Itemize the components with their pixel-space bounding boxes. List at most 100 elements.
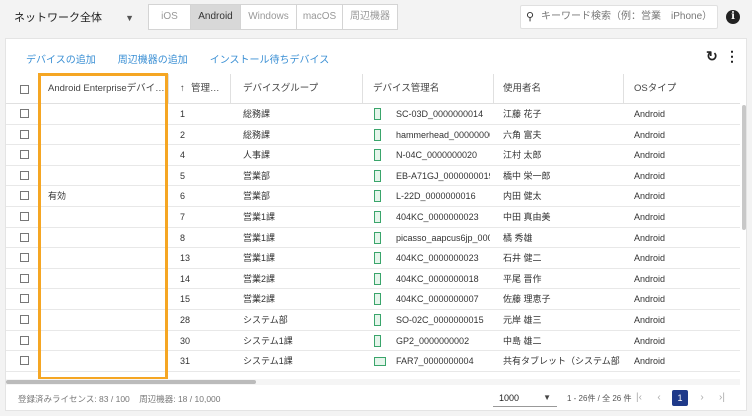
cell-os-type: Android (634, 109, 666, 119)
first-page-icon[interactable]: |‹ (631, 390, 647, 406)
cell-android-enterprise (48, 125, 164, 145)
smartphone-icon (374, 108, 381, 120)
cell-device-group: 営業部 (243, 170, 271, 181)
cell-android-enterprise (48, 310, 164, 330)
page-button-current[interactable]: 1 (672, 390, 688, 406)
table-row[interactable]: 5 営業部 EB-A71GJ_0000000019 橋中 栄一郎 Android (6, 166, 740, 187)
scrollbar-thumb[interactable] (6, 380, 256, 384)
table-row[interactable]: 1 総務課 SC-03D_0000000014 江藤 花子 Android (6, 104, 740, 125)
next-page-icon[interactable]: › (694, 390, 710, 406)
cell-os-type: Android (634, 212, 666, 222)
last-page-icon[interactable]: ›| (714, 390, 730, 406)
cell-device-name[interactable]: 404KC_0000000023 (396, 248, 490, 268)
cell-user-name: 石井 健二 (503, 253, 542, 264)
device-list-panel: デバイスの追加 周辺機器の追加 インストール待ちデバイス ↻ ⋮ Android… (5, 38, 747, 411)
tab-macos[interactable]: macOS (297, 5, 343, 29)
add-peripheral-link[interactable]: 周辺機器の追加 (118, 51, 188, 66)
cell-device-name[interactable]: picasso_aapcus6jp_000… (396, 228, 490, 248)
row-checkbox[interactable] (20, 170, 29, 180)
table-row[interactable]: 4 人事課 N-04C_0000000020 江村 太郎 Android (6, 145, 740, 166)
smartphone-icon (374, 149, 381, 162)
column-header-management-no[interactable]: 管理… (191, 74, 229, 104)
cell-device-name[interactable]: 404KC_0000000018 (396, 269, 490, 289)
row-checkbox[interactable] (20, 315, 29, 324)
tab-peripherals[interactable]: 周辺機器 (343, 5, 397, 29)
column-divider (168, 74, 169, 104)
cell-device-name[interactable]: EB-A71GJ_0000000019 (396, 166, 490, 186)
cell-device-group: システム1課 (243, 356, 293, 367)
table-row[interactable]: 30 システム1課 GP2_0000000002 中島 雄二 Android (6, 331, 740, 352)
row-checkbox[interactable] (20, 129, 29, 139)
cell-device-name[interactable]: L-22D_0000000016 (396, 186, 490, 206)
prev-page-icon[interactable]: ‹ (651, 390, 667, 406)
column-header-user-name[interactable]: 使用者名 (503, 74, 613, 104)
rows-per-page-select[interactable]: 1000 ▼ (493, 389, 557, 407)
peripheral-count: 周辺機器: 18 / 10,000 (139, 394, 221, 404)
row-checkbox[interactable] (20, 191, 29, 201)
row-checkbox[interactable] (20, 294, 29, 304)
cell-user-name: 橋中 栄一郎 (503, 170, 551, 181)
cell-os-type: Android (634, 273, 666, 284)
sort-up-icon[interactable]: ↑ (180, 74, 190, 104)
cell-device-name[interactable]: SO-02C_0000000015 (396, 310, 490, 330)
table-row[interactable]: 28 システム部 SO-02C_0000000015 元岸 雄三 Android (6, 310, 740, 331)
table-row[interactable]: 31 システム1課 FAR7_0000000004 共有タブレット（システム部… And… (6, 351, 740, 372)
table-row[interactable]: 13 営業1課 404KC_0000000023 石井 健二 Android (6, 248, 740, 269)
table-row[interactable]: 15 営業2課 404KC_0000000007 佐藤 理恵子 Android (6, 289, 740, 310)
cell-device-group: 営業2課 (243, 273, 276, 284)
more-options-icon[interactable]: ⋮ (725, 48, 739, 65)
row-checkbox[interactable] (20, 273, 29, 283)
row-checkbox[interactable] (20, 109, 29, 118)
cell-android-enterprise (48, 331, 164, 351)
info-icon[interactable]: i (726, 10, 740, 24)
cell-management-no: 2 (180, 129, 186, 140)
table-row[interactable]: 8 営業1課 picasso_aapcus6jp_000… 橘 秀雄 Android (6, 228, 740, 249)
table-row[interactable]: 有効 6 営業部 L-22D_0000000016 内田 健太 Android (6, 186, 740, 207)
cell-user-name: 橘 秀雄 (503, 232, 533, 243)
action-links: デバイスの追加 周辺機器の追加 インストール待ちデバイス (26, 51, 351, 66)
row-checkbox[interactable] (20, 232, 29, 242)
cell-management-no: 6 (180, 191, 186, 202)
table-row[interactable]: 2 総務課 hammerhead_00000000… 六角 富夫 Android (6, 125, 740, 146)
smartphone-icon (374, 334, 381, 347)
top-bar: ネットワーク全体 ▼ iOS Android Windows macOS 周辺機… (0, 0, 752, 38)
tab-windows[interactable]: Windows (241, 5, 297, 29)
vertical-scrollbar[interactable] (742, 105, 746, 230)
smartphone-icon (374, 293, 381, 306)
row-checkbox[interactable] (20, 212, 29, 221)
smartphone-icon (374, 252, 381, 265)
column-header-device-group[interactable]: デバイスグループ (243, 74, 353, 104)
cell-device-name[interactable]: 404KC_0000000023 (396, 207, 490, 227)
table-row[interactable]: 7 営業1課 404KC_0000000023 中田 真由美 Android (6, 207, 740, 228)
row-checkbox[interactable] (20, 253, 29, 263)
cell-management-no: 8 (180, 232, 186, 243)
table-row[interactable]: 14 営業2課 404KC_0000000018 平尾 晋作 Android (6, 269, 740, 290)
column-header-android-enterprise[interactable]: Android Enterpriseデバイ… (48, 74, 164, 104)
row-checkbox[interactable] (20, 150, 29, 160)
add-device-link[interactable]: デバイスの追加 (26, 51, 96, 66)
row-checkbox[interactable] (20, 356, 29, 366)
select-all-checkbox[interactable] (20, 85, 29, 94)
column-header-device-name[interactable]: デバイス管理名 (373, 74, 483, 104)
cell-device-name[interactable]: SC-03D_0000000014 (396, 104, 490, 124)
search-input[interactable]: ⚲ キーワード検索（例：営業 iPhone） (520, 5, 718, 29)
tab-android[interactable]: Android (191, 5, 241, 29)
network-select[interactable]: ネットワーク全体 ▼ (8, 8, 140, 28)
cell-device-name[interactable]: hammerhead_00000000… (396, 125, 490, 145)
cell-device-name[interactable]: GP2_0000000002 (396, 331, 490, 351)
tablet-icon (374, 357, 386, 367)
cell-android-enterprise (48, 145, 164, 165)
refresh-icon[interactable]: ↻ (706, 48, 718, 65)
cell-os-type: Android (634, 191, 666, 202)
cell-device-name[interactable]: N-04C_0000000020 (396, 145, 490, 165)
row-checkbox[interactable] (20, 335, 29, 345)
cell-user-name: 六角 富夫 (503, 129, 542, 140)
smartphone-icon (374, 231, 381, 244)
tab-ios[interactable]: iOS (149, 5, 191, 29)
cell-device-name[interactable]: FAR7_0000000004 (396, 351, 490, 371)
cell-management-no: 31 (180, 356, 191, 367)
cell-device-name[interactable]: 404KC_0000000007 (396, 289, 490, 309)
install-waiting-link[interactable]: インストール待ちデバイス (210, 51, 330, 66)
column-header-os-type[interactable]: OSタイプ (634, 74, 734, 104)
cell-device-group: 営業部 (243, 191, 271, 202)
